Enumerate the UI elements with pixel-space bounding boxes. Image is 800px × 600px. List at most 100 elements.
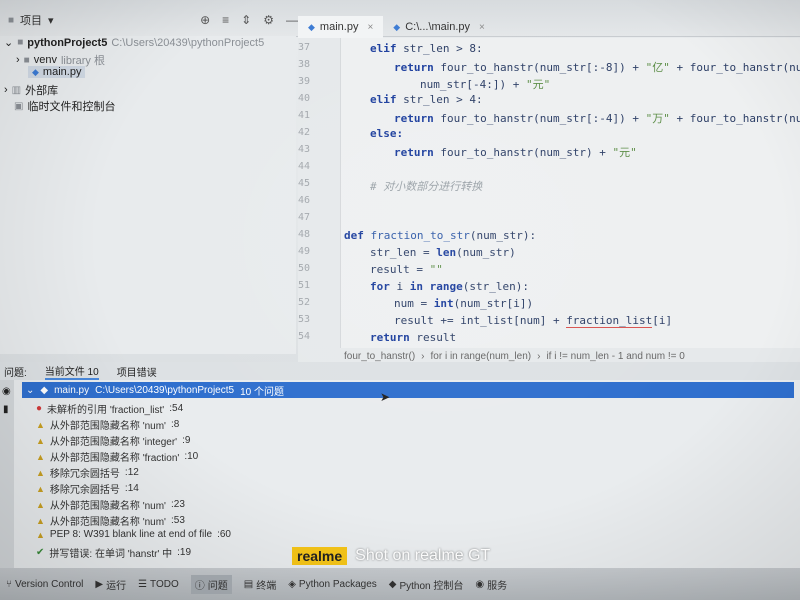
locate-icon[interactable]: ⊕: [200, 13, 210, 27]
header-path: C:\Users\20439\pythonProject5: [95, 384, 235, 396]
tree-item-external-libraries[interactable]: › ▥ 外部库: [4, 82, 58, 98]
tab-external-main-py[interactable]: ◆ C:\...\main.py ×: [383, 16, 495, 38]
close-icon[interactable]: ×: [367, 22, 373, 33]
collapse-icon[interactable]: ≡: [222, 13, 229, 27]
tree-item-main-py[interactable]: ◆ main.py: [28, 66, 86, 78]
problem-row[interactable]: ▲ 从外部范围隐藏名称 'num':8: [36, 417, 179, 432]
expand-icon[interactable]: ⇕: [241, 13, 251, 27]
camera-watermark: realme Shot on realme GT: [292, 547, 490, 565]
panel-title: 问题:: [4, 367, 27, 379]
line-number: 43: [298, 144, 310, 155]
problem-row[interactable]: ▲ 移除冗余圆括号:14: [36, 481, 139, 496]
breadcrumb-item[interactable]: if i != num_len - 1 and num != 0: [546, 351, 684, 362]
python-console-button[interactable]: ◆ Python 控制台: [389, 577, 464, 592]
library-icon: ▥: [11, 84, 22, 96]
problems-button[interactable]: ⓘ 问题: [190, 574, 232, 594]
problem-row[interactable]: ▲ 从外部范围隐藏名称 'fraction':10: [36, 449, 198, 464]
line-number: 54: [298, 331, 310, 342]
folder-icon: ■: [8, 14, 15, 26]
todo-button[interactable]: ☰ TODO: [138, 579, 179, 590]
code-line-40: elif str_len > 4:: [370, 93, 483, 106]
python-packages-button[interactable]: ◈ Python Packages: [288, 579, 377, 590]
header-count: 10 个问题: [240, 386, 284, 398]
chevron-right-icon[interactable]: ›: [4, 84, 8, 96]
line-number: 50: [298, 263, 310, 274]
run-button[interactable]: ▶ 运行: [95, 577, 126, 592]
close-icon[interactable]: ×: [479, 22, 485, 33]
scratches-icon: ▣: [14, 100, 24, 112]
mouse-cursor-icon: ➤: [380, 390, 391, 404]
folder-icon: ■: [23, 54, 30, 66]
problem-row[interactable]: ▲ PEP 8: W391 blank line at end of file:6…: [36, 529, 231, 540]
terminal-icon: ▤: [243, 578, 254, 590]
chevron-down-icon[interactable]: ▾: [48, 14, 54, 27]
code-editor[interactable]: 37 38 39 40 41 42 43 44 45 46 47 48 49 5…: [298, 38, 800, 348]
terminal-button[interactable]: ▤ 终端: [244, 577, 276, 592]
photo-of-screen: ■ 项目 ▾ ⊕ ≡ ⇕ ⚙ — ◆ main.py × ◆ C:\...\ma…: [0, 0, 800, 600]
line-number: 42: [298, 127, 310, 138]
branch-icon: ⑂: [6, 578, 12, 590]
chevron-down-icon[interactable]: ⌄: [4, 36, 13, 49]
minimize-icon[interactable]: —: [286, 13, 298, 27]
code-line-43: return four_to_hanstr(num_str) + "元": [394, 146, 637, 159]
folder-icon: ■: [17, 37, 24, 48]
line-number: 49: [298, 246, 310, 257]
line-number: 47: [298, 212, 310, 223]
warning-icon: ▲: [36, 451, 45, 462]
problem-row[interactable]: ● 未解析的引用 'fraction_list':54: [36, 401, 183, 416]
problem-row[interactable]: ▲ 从外部范围隐藏名称 'num':53: [36, 513, 185, 528]
version-control-button[interactable]: ⑂ Version Control: [6, 579, 83, 590]
watermark-brand: realme: [292, 547, 348, 565]
problem-row[interactable]: ▲ 从外部范围隐藏名称 'num':23: [36, 497, 185, 512]
code-line-51: for i in range(str_len):: [370, 280, 529, 293]
code-comment: # 对小数部分进行转换: [370, 180, 483, 193]
unresolved-reference[interactable]: fraction_list: [566, 314, 653, 328]
code-line-54: return result: [370, 331, 457, 344]
line-number: 39: [298, 76, 310, 87]
breadcrumb-item[interactable]: for i in range(num_len): [431, 351, 532, 362]
problems-file-header[interactable]: ⌄ ◆ main.py C:\Users\20439\pythonProject…: [22, 382, 794, 398]
services-icon: ◉: [475, 578, 485, 590]
code-line-38: return four_to_hanstr(num_str[:-8]) + "亿…: [394, 61, 800, 74]
tab-project-errors[interactable]: 项目错误: [117, 364, 157, 379]
chevron-right-icon[interactable]: ›: [16, 54, 20, 66]
problem-row[interactable]: ▲ 从外部范围隐藏名称 'integer':9: [36, 433, 190, 448]
tree-item-scratches[interactable]: ▣ 临时文件和控制台: [14, 98, 115, 114]
external-libs-label: 外部库: [25, 85, 59, 97]
tree-item-project[interactable]: ⌄ ■ pythonProject5 C:\Users\20439\python…: [4, 36, 264, 50]
scratches-label: 临时文件和控制台: [27, 101, 116, 113]
line-gutter: 37 38 39 40 41 42 43 44 45 46 47 48 49 5…: [298, 38, 341, 348]
python-icon: ◆: [388, 578, 397, 590]
layout-icon[interactable]: ▮: [3, 404, 9, 415]
line-number: 40: [298, 93, 310, 104]
tab-main-py[interactable]: ◆ main.py ×: [298, 16, 384, 40]
services-button[interactable]: ◉ 服务: [475, 577, 507, 592]
line-number: 44: [298, 161, 310, 172]
python-file-icon: ◆: [393, 21, 401, 32]
warning-icon: ▲: [36, 499, 45, 510]
project-toolbar: ■ 项目 ▾ ⊕ ≡ ⇕ ⚙ —: [0, 8, 304, 32]
project-label[interactable]: 项目: [20, 12, 42, 28]
line-number: 53: [298, 314, 310, 325]
code-line-41: return four_to_hanstr(num_str[:-4]) + "万…: [394, 112, 800, 125]
list-icon: ☰: [138, 578, 148, 590]
error-icon: ●: [36, 403, 43, 414]
gear-icon[interactable]: ⚙: [263, 13, 274, 27]
chevron-down-icon[interactable]: ⌄: [26, 385, 34, 396]
eye-icon[interactable]: ◉: [2, 386, 11, 397]
project-tree: ⌄ ■ pythonProject5 C:\Users\20439\python…: [0, 36, 296, 354]
problem-row[interactable]: ✔ 拼写错误: 在单词 'hanstr' 中:19: [36, 545, 191, 560]
problems-panel-tabs: 问题: 当前文件 10 项目错误: [0, 362, 800, 380]
tab-current-file[interactable]: 当前文件 10: [44, 363, 99, 380]
watermark-text: Shot on realme GT: [355, 547, 491, 564]
venv-label: venv: [33, 54, 57, 66]
problem-row[interactable]: ▲ 移除冗余圆括号:12: [36, 465, 139, 480]
warning-icon: ▲: [36, 419, 45, 430]
header-file: main.py: [54, 384, 90, 396]
breadcrumb-item[interactable]: four_to_hanstr(): [344, 351, 415, 362]
code-line-39: num_str[-4:]) + "元": [420, 78, 551, 91]
line-number: 41: [298, 110, 310, 121]
code-line-52: num = int(num_str[i]): [394, 297, 534, 310]
python-file-icon: ◆: [32, 66, 39, 77]
warning-icon: ▲: [36, 515, 45, 526]
